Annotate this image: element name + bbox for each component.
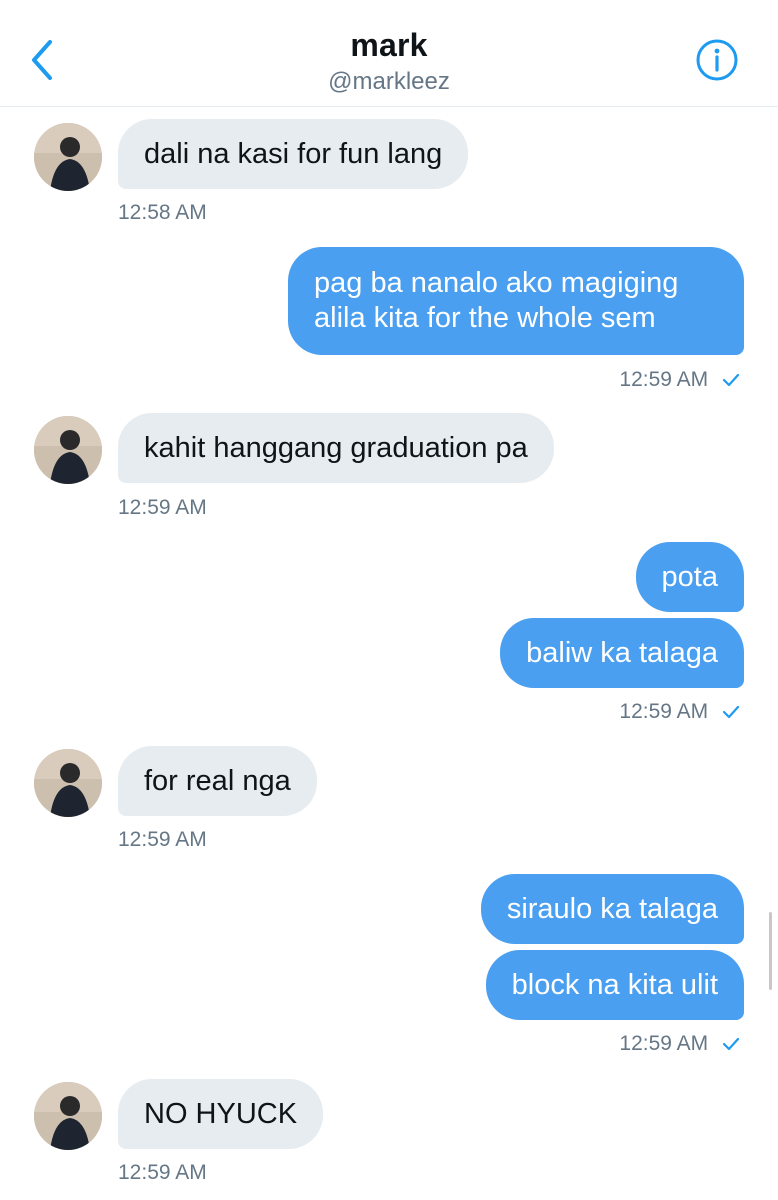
sent-check-icon: [722, 374, 740, 387]
message-bubble-incoming[interactable]: NO HYUCK: [118, 1079, 324, 1149]
message-bubble-outgoing[interactable]: baliw ka talaga: [500, 618, 744, 688]
contact-handle[interactable]: @markleez: [0, 68, 778, 96]
message-bubble-incoming[interactable]: for real nga: [118, 746, 317, 816]
avatar[interactable]: [34, 749, 102, 817]
message-bubble-outgoing[interactable]: pota: [635, 542, 744, 612]
message-timestamp: 12:59 AM: [118, 1161, 207, 1184]
message-bubble-outgoing[interactable]: block na kita ulit: [485, 950, 744, 1020]
message-timestamp-row: 12:59 AM: [619, 700, 740, 724]
avatar-photo: [34, 416, 102, 484]
sent-check-icon: [722, 1038, 740, 1051]
message-bubble-incoming[interactable]: kahit hanggang graduation pa: [118, 413, 554, 483]
message-bubble-outgoing[interactable]: siraulo ka talaga: [480, 874, 744, 944]
message-timestamp-row: 12:59 AM: [619, 368, 740, 392]
message-timestamp: 12:59 AM: [619, 700, 709, 723]
message-bubble-incoming[interactable]: dali na kasi for fun lang: [118, 119, 469, 189]
info-button[interactable]: [696, 39, 738, 81]
message-timestamp: 12:59 AM: [118, 828, 207, 851]
contact-name[interactable]: mark: [0, 27, 778, 64]
message-timestamp: 12:59 AM: [118, 496, 207, 519]
avatar-photo: [34, 749, 102, 817]
info-icon: [696, 39, 738, 81]
avatar[interactable]: [34, 123, 102, 191]
avatar[interactable]: [34, 416, 102, 484]
avatar-photo: [34, 1082, 102, 1150]
message-bubble-outgoing[interactable]: pag ba nanalo ako magiging alila kita fo…: [288, 247, 744, 355]
avatar[interactable]: [34, 1082, 102, 1150]
message-timestamp: 12:59 AM: [619, 368, 709, 391]
sent-check-icon: [722, 706, 740, 719]
message-timestamp-row: 12:59 AM: [619, 1032, 740, 1056]
scrollbar[interactable]: [769, 912, 772, 990]
conversation-header: mark @markleez: [0, 0, 778, 107]
message-timestamp: 12:58 AM: [118, 201, 207, 224]
message-timestamp: 12:59 AM: [619, 1032, 709, 1055]
avatar-photo: [34, 123, 102, 191]
